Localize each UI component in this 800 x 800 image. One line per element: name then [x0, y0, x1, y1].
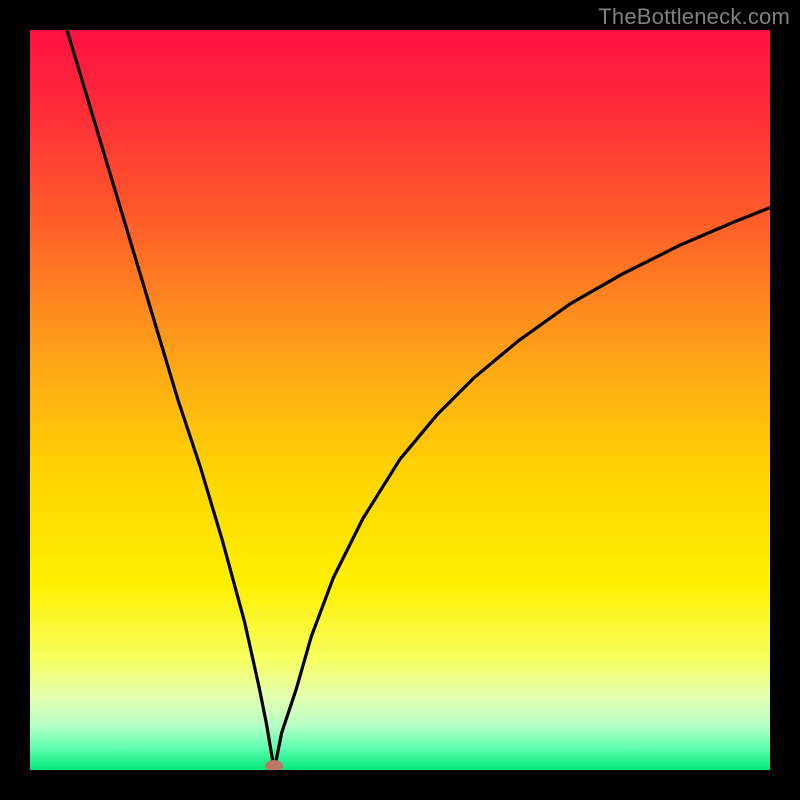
plot-area	[30, 30, 770, 770]
bottleneck-curve	[67, 30, 770, 770]
curve-svg	[30, 30, 770, 770]
optimal-dot	[265, 760, 283, 770]
chart-stage: TheBottleneck.com	[0, 0, 800, 800]
watermark-text: TheBottleneck.com	[598, 4, 790, 30]
